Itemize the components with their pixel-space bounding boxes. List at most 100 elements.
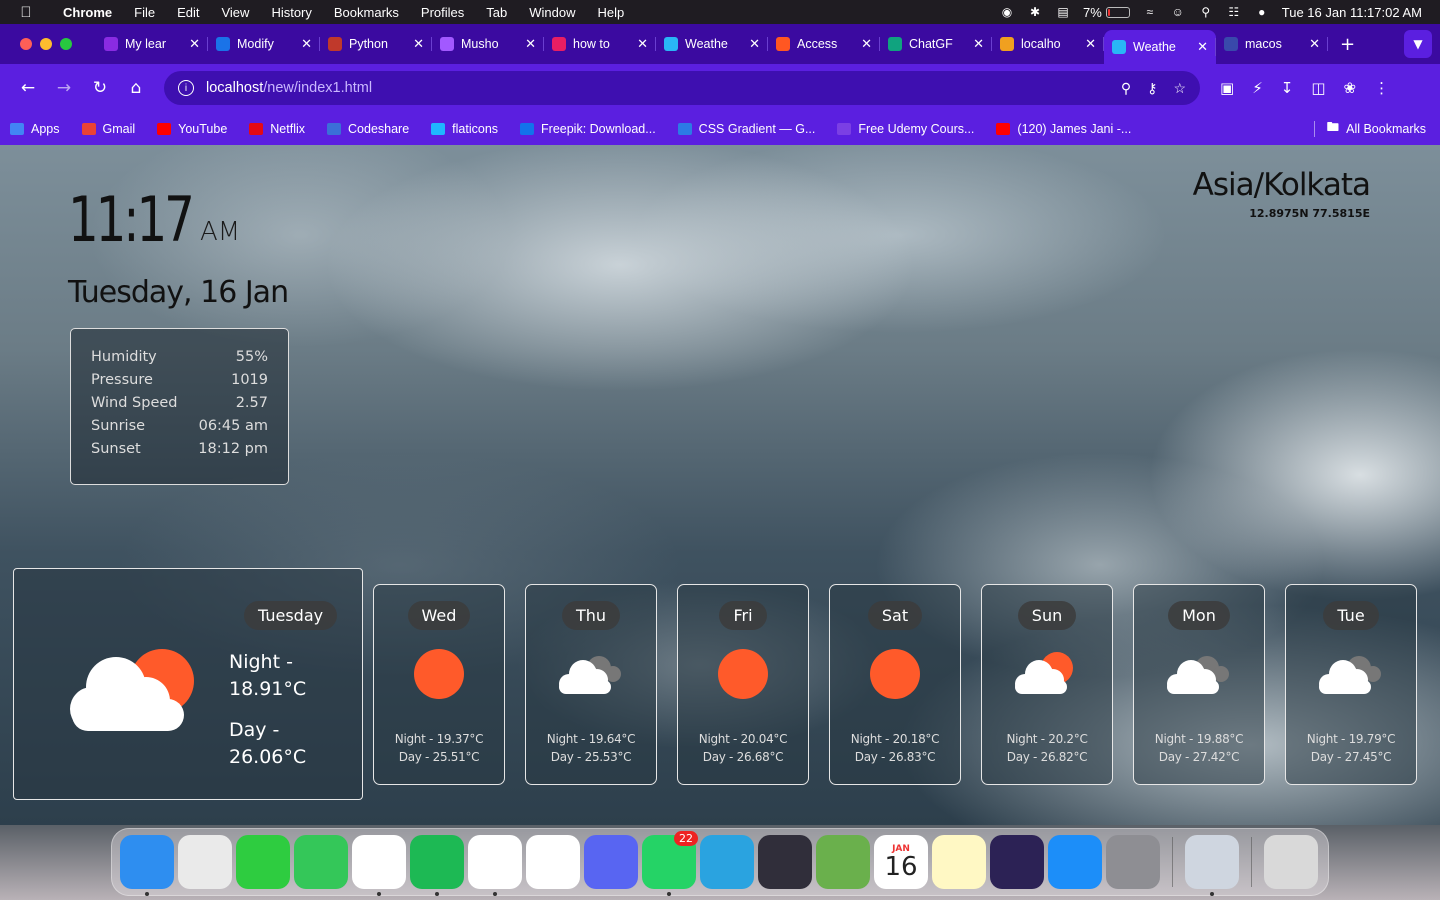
facetime-icon[interactable] [236,835,290,889]
apple-menu-icon[interactable]:  [0,4,52,21]
extension-icon[interactable]: ⚡ [1252,79,1263,97]
bookmark-item[interactable]: flaticons [431,122,498,136]
menu-item-file[interactable]: File [123,5,166,20]
menu-item-help[interactable]: Help [587,5,636,20]
obs-icon[interactable] [758,835,812,889]
menu-item-history[interactable]: History [260,5,322,20]
menu-item-window[interactable]: Window [518,5,586,20]
address-bar[interactable]: i localhost/new/index1.html ⚲ ⚷ ☆ [164,71,1200,105]
bookmark-item[interactable]: YouTube [157,122,227,136]
today-day-temp: 26.06°C [229,746,307,768]
calendar-icon[interactable]: JAN 16 [874,835,928,889]
profile-avatar-icon[interactable]: ❀ [1344,79,1357,97]
control-center-icon[interactable]: ☷ [1226,5,1242,19]
site-info-icon[interactable]: i [178,80,194,96]
launchpad-icon[interactable] [178,835,232,889]
vscode-icon[interactable] [468,835,522,896]
new-tab-button[interactable]: + [1340,34,1355,55]
android-studio-icon[interactable] [816,835,870,889]
side-panel-icon[interactable]: ◫ [1311,79,1325,97]
tab-close-icon[interactable]: ✕ [525,36,536,52]
bluetooth-icon[interactable]: ✱ [1027,5,1043,19]
tab-close-icon[interactable]: ✕ [413,36,424,52]
notes-icon[interactable] [932,835,986,889]
system-settings-icon[interactable] [1106,835,1160,889]
tab-close-icon[interactable]: ✕ [1197,39,1208,55]
bookmark-item[interactable]: (120) James Jani -... [996,122,1131,136]
bookmark-favicon-icon [327,122,342,135]
bookmark-item[interactable]: Apps [10,122,60,136]
user-icon[interactable]: ☺ [1170,5,1186,19]
finder-icon[interactable] [120,835,174,896]
all-bookmarks-button[interactable]: 🖿 All Bookmarks [1327,118,1426,139]
discord-icon[interactable] [584,835,638,889]
telegram-icon[interactable] [700,835,754,889]
browser-tab[interactable]: Weathe ✕ [656,29,768,59]
whatsapp-icon[interactable]: 22 [642,831,698,896]
home-icon[interactable]: ⌂ [118,78,154,98]
record-icon[interactable]: ◉ [999,5,1015,19]
tab-favicon-icon [888,37,902,51]
eclipse-icon[interactable] [990,835,1044,889]
menu-app-name[interactable]: Chrome [52,5,123,20]
spotlight-search-icon[interactable]: ⚲ [1198,5,1214,19]
display-icon[interactable]: ▤ [1055,5,1071,19]
bookmark-item[interactable]: Netflix [249,122,305,136]
more-menu-icon[interactable]: ⋮ [1374,79,1389,97]
menu-item-view[interactable]: View [210,5,260,20]
tab-close-icon[interactable]: ✕ [749,36,760,52]
download-icon[interactable]: ↧ [1281,79,1294,97]
tab-close-icon[interactable]: ✕ [973,36,984,52]
zoom-window-button[interactable] [60,38,72,50]
back-arrow-icon[interactable]: ← [10,78,46,98]
password-key-icon[interactable]: ⚷ [1147,80,1157,97]
minimize-window-button[interactable] [40,38,52,50]
menu-item-profiles[interactable]: Profiles [410,5,475,20]
app-store-icon[interactable] [1048,835,1102,889]
wifi-icon[interactable]: ≈ [1142,5,1158,19]
tab-close-icon[interactable]: ✕ [1309,36,1320,52]
bookmark-item[interactable]: Freepik: Download... [520,122,656,136]
messages-icon[interactable] [294,835,348,889]
browser-tab[interactable]: Python ✕ [320,29,432,59]
preview-settings-icon[interactable] [1185,835,1239,896]
drive-icon[interactable] [526,835,580,889]
bookmark-item[interactable]: CSS Gradient — G... [677,122,815,136]
tab-close-icon[interactable]: ✕ [637,36,648,52]
tab-close-icon[interactable]: ✕ [1085,36,1096,52]
menu-item-tab[interactable]: Tab [475,5,518,20]
spotify-icon[interactable] [410,835,464,896]
forward-arrow-icon[interactable]: → [46,78,82,98]
siri-icon[interactable]: ● [1254,5,1270,19]
tab-close-icon[interactable]: ✕ [301,36,312,52]
bookmark-star-icon[interactable]: ☆ [1173,80,1186,97]
browser-tab[interactable]: localho ✕ [992,29,1104,59]
bookmark-item[interactable]: Codeshare [327,122,409,136]
tab-close-icon[interactable]: ✕ [189,36,200,52]
browser-tab[interactable]: Modify ✕ [208,29,320,59]
close-window-button[interactable] [20,38,32,50]
tab-close-icon[interactable]: ✕ [861,36,872,52]
browser-tab[interactable]: Musho ✕ [432,29,544,59]
reload-icon[interactable]: ↻ [82,78,118,98]
forecast-night-temp: Night - 20.18°C [850,732,940,746]
browser-tab[interactable]: ChatGF ✕ [880,29,992,59]
browser-tab[interactable]: My lear ✕ [96,29,208,59]
tab-search-button[interactable]: ▼ [1404,30,1432,58]
bookmark-item[interactable]: Gmail [81,122,135,136]
battery-indicator[interactable]: 7% [1083,5,1130,20]
trash-icon[interactable] [1264,835,1318,889]
bookmark-item[interactable]: Free Udemy Cours... [837,122,974,136]
menubar-clock[interactable]: Tue 16 Jan 11:17:02 AM [1282,5,1422,20]
folder-icon: 🖿 [1326,120,1340,134]
menu-item-edit[interactable]: Edit [166,5,210,20]
chrome-icon[interactable] [352,835,406,896]
browser-tab[interactable]: Weathe ✕ [1104,30,1216,64]
extensions-icon[interactable]: ▣ [1220,79,1234,97]
browser-tab[interactable]: macos ✕ [1216,29,1328,59]
menu-item-bookmarks[interactable]: Bookmarks [323,5,410,20]
location-icon[interactable]: ⚲ [1121,80,1131,97]
browser-tab[interactable]: Access ✕ [768,29,880,59]
forecast-card: Thu Night - 19.64°C Day - 25.53°C [525,584,657,785]
browser-tab[interactable]: how to ✕ [544,29,656,59]
